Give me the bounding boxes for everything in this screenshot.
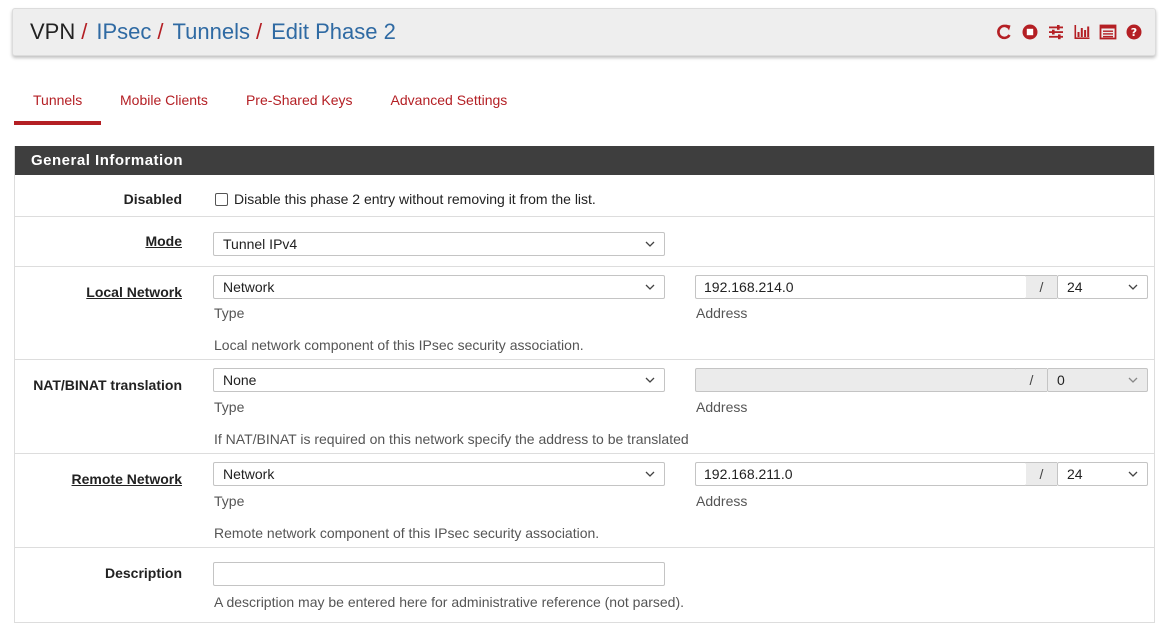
panel-heading: General Information [15, 146, 1154, 175]
local-network-address-input[interactable]: 192.168.214.0 [695, 275, 1027, 299]
remote-network-address-caption: Address [696, 493, 748, 509]
nat-binat-row: NAT/BINAT translation None Type / 0 Addr… [15, 360, 1154, 454]
header-icons: ? [995, 23, 1143, 41]
local-network-label[interactable]: Local Network [86, 284, 182, 300]
local-network-mask-select[interactable]: 24 [1057, 275, 1148, 299]
nat-address-input[interactable] [695, 368, 1017, 392]
nat-mask-select[interactable]: 0 [1047, 368, 1148, 392]
chevron-down-icon [1128, 377, 1138, 383]
local-network-type-value: Network [223, 279, 275, 295]
disabled-checkbox-text: Disable this phase 2 entry without remov… [234, 191, 596, 207]
nat-type-value: None [223, 372, 257, 388]
tab-mobile-clients[interactable]: Mobile Clients [101, 84, 227, 125]
breadcrumb-root: VPN [30, 19, 76, 44]
restart-icon[interactable] [995, 23, 1013, 41]
disabled-label: Disabled [123, 191, 182, 207]
chevron-down-icon [1128, 471, 1138, 477]
local-network-mask-value: 24 [1067, 279, 1083, 295]
tab-tunnels[interactable]: Tunnels [14, 84, 101, 125]
tab-advanced-settings[interactable]: Advanced Settings [372, 84, 527, 125]
local-network-row: Local Network Network Type 192.168.214.0… [15, 267, 1154, 360]
nat-address-caption: Address [696, 399, 748, 415]
breadcrumb-separator: / [157, 19, 164, 44]
tab-bar: Tunnels Mobile Clients Pre-Shared Keys A… [14, 84, 526, 126]
description-help: A description may be entered here for ad… [214, 594, 685, 610]
sliders-icon[interactable] [1047, 23, 1065, 41]
mode-select[interactable]: Tunnel IPv4 [213, 232, 665, 256]
nat-mask-separator: / [1016, 368, 1047, 392]
mode-label[interactable]: Mode [145, 233, 182, 249]
local-network-address-caption: Address [696, 305, 748, 321]
mode-select-value: Tunnel IPv4 [223, 236, 298, 252]
remote-network-type-caption: Type [214, 493, 245, 509]
svg-text:?: ? [1131, 26, 1137, 39]
tab-pre-shared-keys[interactable]: Pre-Shared Keys [227, 84, 372, 125]
chevron-down-icon [1128, 284, 1138, 290]
remote-network-row: Remote Network Network Type 192.168.211.… [15, 454, 1154, 548]
breadcrumb-ipsec-link[interactable]: IPsec [96, 19, 151, 45]
remote-network-help: Remote network component of this IPsec s… [214, 525, 600, 541]
bar-chart-icon[interactable] [1073, 23, 1091, 41]
breadcrumb: VPN / IPsec / Tunnels / Edit Phase 2 [30, 19, 396, 45]
breadcrumb-separator: / [255, 19, 263, 44]
breadcrumb-separator: / [81, 19, 88, 44]
breadcrumb-tunnels-link[interactable]: Tunnels [173, 19, 250, 45]
stop-circle-icon[interactable] [1021, 23, 1039, 41]
nat-binat-label: NAT/BINAT translation [33, 377, 182, 393]
remote-network-address-input[interactable]: 192.168.211.0 [695, 462, 1027, 486]
description-row: Description A description may be entered… [15, 548, 1154, 620]
remote-network-mask-value: 24 [1067, 466, 1083, 482]
remote-network-type-select[interactable]: Network [213, 462, 665, 486]
nat-help: If NAT/BINAT is required on this network… [214, 431, 689, 447]
chevron-down-icon [645, 471, 655, 477]
local-network-help: Local network component of this IPsec se… [214, 337, 584, 353]
description-label: Description [104, 565, 182, 581]
nat-mask-value: 0 [1057, 372, 1065, 388]
mode-row: Mode Tunnel IPv4 [15, 217, 1154, 267]
remote-network-label[interactable]: Remote Network [72, 471, 182, 487]
local-network-type-select[interactable]: Network [213, 275, 665, 299]
log-list-icon[interactable] [1099, 23, 1117, 41]
local-network-type-caption: Type [214, 305, 245, 321]
breadcrumb-bar: VPN / IPsec / Tunnels / Edit Phase 2 ? [12, 8, 1156, 56]
general-information-panel: General Information Disabled Disable thi… [14, 146, 1155, 623]
chevron-down-icon [645, 241, 655, 247]
description-input[interactable] [213, 562, 665, 586]
chevron-down-icon [645, 377, 655, 383]
disabled-checkbox[interactable] [215, 193, 228, 206]
remote-network-mask-separator: / [1026, 462, 1057, 486]
disabled-row: Disabled Disable this phase 2 entry with… [15, 175, 1154, 217]
breadcrumb-edit-phase2-link[interactable]: Edit Phase 2 [271, 19, 396, 45]
nat-type-select[interactable]: None [213, 368, 665, 392]
help-icon[interactable]: ? [1125, 23, 1143, 41]
nat-type-caption: Type [214, 399, 245, 415]
chevron-down-icon [645, 284, 655, 290]
remote-network-type-value: Network [223, 466, 275, 482]
local-network-mask-separator: / [1026, 275, 1057, 299]
remote-network-mask-select[interactable]: 24 [1057, 462, 1148, 486]
